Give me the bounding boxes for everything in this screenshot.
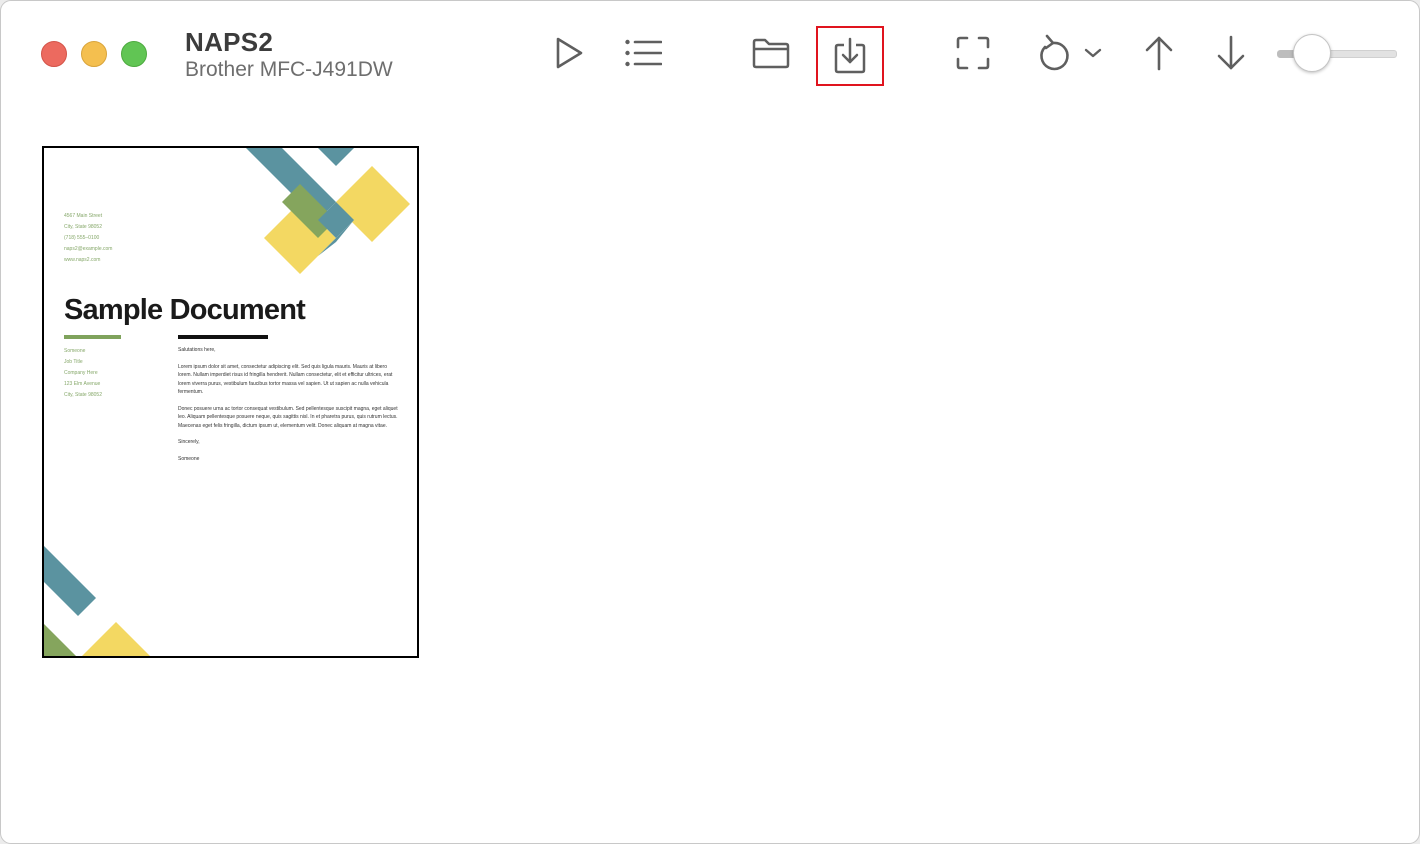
title-underline-green (64, 335, 121, 339)
chevron-down-icon (1084, 48, 1102, 58)
paragraph: Lorem ipsum dolor sit amet, consectetur … (178, 363, 393, 396)
arrow-up-icon (1145, 36, 1173, 71)
closing: Sincerely, (178, 439, 200, 445)
import-button[interactable] (748, 32, 794, 74)
deco-green-corner (44, 624, 76, 656)
fullscreen-icon (956, 36, 990, 70)
folder-icon (752, 38, 790, 69)
arrow-down-icon (1217, 35, 1245, 70)
minimize-window-button[interactable] (81, 41, 107, 67)
profiles-button[interactable] (621, 32, 665, 74)
contact-line: City, State 98052 (64, 224, 102, 230)
crop-button[interactable] (951, 32, 995, 74)
signature: Someone (178, 455, 200, 462)
letter-body: Salutations here, Lorem ipsum dolor sit … (178, 346, 398, 471)
deco-yellow-corner (82, 622, 150, 656)
sender-line: Job Title (64, 359, 83, 365)
save-icon (834, 37, 866, 74)
zoom-slider[interactable] (1277, 33, 1397, 73)
contact-line: 4567 Main Street (64, 213, 103, 219)
document-title: Sample Document (64, 294, 306, 326)
contact-block: 4567 Main Street City, State 98052 (718)… (64, 211, 112, 266)
move-down-button[interactable] (1211, 31, 1251, 75)
salutation: Salutations here, (178, 347, 216, 353)
scan-button[interactable] (547, 32, 591, 74)
deco-teal-band-bottom (44, 546, 96, 616)
rotate-menu-button[interactable] (1033, 31, 1105, 75)
sender-line: 123 Elm Avenue (64, 381, 101, 387)
maximize-window-button[interactable] (121, 41, 147, 67)
close-window-button[interactable] (41, 41, 67, 67)
zoom-slider-thumb[interactable] (1293, 34, 1331, 72)
deco-teal-notch (318, 148, 354, 166)
sender-line: City, State 98052 (64, 392, 102, 398)
sender-line: Someone (64, 348, 86, 354)
rotate-left-icon (1040, 34, 1069, 71)
title-underline-black (178, 335, 268, 339)
contact-line: (718) 555–0100 (64, 235, 100, 241)
list-icon (625, 39, 662, 67)
scanner-profile-name: Brother MFC-J491DW (185, 58, 393, 81)
contact-line: naps2@example.com (64, 246, 113, 252)
move-up-button[interactable] (1139, 31, 1179, 75)
contact-line: www.naps2.com (64, 257, 101, 263)
play-icon (556, 37, 583, 69)
sender-block: Someone Job Title Company Here 123 Elm A… (64, 346, 102, 401)
app-title: NAPS2 (185, 27, 274, 57)
app-window: NAPS2 Brother MFC-J491DW 4567 Main Stree… (0, 0, 1420, 844)
paragraph: Donec posuere urna ac tortor consequat v… (178, 405, 398, 429)
save-button[interactable] (816, 26, 884, 86)
sender-line: Company Here (64, 370, 98, 376)
page-thumbnail[interactable]: 4567 Main Street City, State 98052 (718)… (42, 146, 419, 658)
deco-yellow-diamond-right (334, 166, 410, 242)
